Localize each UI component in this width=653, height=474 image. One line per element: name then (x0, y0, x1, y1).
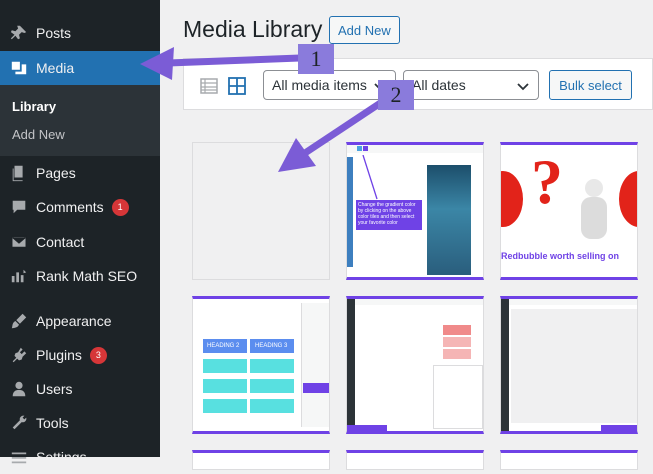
annotation-callout-1: 1 (298, 44, 334, 74)
menu-label: Settings (36, 449, 87, 465)
chevron-down-icon (517, 83, 529, 91)
menu-item-comments[interactable]: Comments 1 (0, 190, 160, 224)
date-filter-select[interactable]: All dates (403, 70, 539, 100)
menu-label: Appearance (36, 313, 112, 329)
media-thumbnail[interactable] (500, 296, 638, 434)
heading-label: HEADING 3 (255, 343, 288, 349)
menu-item-contact[interactable]: Contact (0, 225, 160, 259)
plugin-icon (9, 345, 29, 365)
annotation-callout-2: 2 (378, 80, 414, 110)
thumbnail-caption: Change the gradient color by clicking on… (358, 202, 416, 226)
menu-label: Plugins (36, 347, 82, 363)
menu-label: Posts (36, 25, 72, 41)
chart-icon (9, 266, 29, 286)
add-new-button[interactable]: Add New (329, 16, 400, 44)
media-thumbnail[interactable] (500, 450, 638, 470)
media-icon (9, 58, 29, 78)
media-thumbnail[interactable] (346, 450, 484, 470)
pushpin-icon (9, 23, 29, 43)
media-thumbnail[interactable] (346, 296, 484, 434)
menu-label: Comments (36, 199, 104, 215)
pointer-line (362, 155, 378, 200)
page-title: Media Library (183, 16, 323, 42)
menu-item-users[interactable]: Users (0, 372, 160, 406)
menu-label: Media (36, 60, 75, 76)
menu-item-rank-math[interactable]: Rank Math SEO (0, 259, 160, 293)
media-thumbnail[interactable]: Change the gradient color by clicking on… (346, 142, 484, 280)
menu-item-settings[interactable]: Settings (0, 440, 160, 474)
plugins-count-badge: 3 (89, 346, 107, 364)
user-icon (9, 379, 29, 399)
comment-icon (9, 197, 29, 217)
admin-sidebar: Posts Media Library Add New Pages Commen… (0, 0, 160, 465)
thumbnail-caption: Redbubble worth selling on (501, 251, 619, 261)
brush-icon (9, 311, 29, 331)
submenu-library[interactable]: Library (12, 99, 56, 114)
comments-count-badge: 1 (111, 198, 129, 216)
menu-label: Contact (36, 234, 85, 250)
media-thumbnail[interactable] (192, 142, 330, 280)
wrench-icon (9, 413, 29, 433)
menu-label: Pages (36, 165, 76, 181)
menu-item-pages[interactable]: Pages (0, 156, 160, 190)
submenu-add-new[interactable]: Add New (12, 127, 65, 142)
media-type-value: All media items (272, 77, 367, 93)
grid-view-icon[interactable] (228, 77, 246, 95)
mail-icon (9, 232, 29, 252)
media-submenu: Library Add New (0, 85, 160, 156)
list-view-icon[interactable] (200, 77, 218, 95)
heading-label: HEADING 2 (207, 343, 240, 349)
media-thumbnail[interactable]: HEADING 2 HEADING 3 (192, 296, 330, 434)
menu-item-plugins[interactable]: Plugins 3 (0, 338, 160, 372)
bulk-select-button[interactable]: Bulk select (549, 70, 632, 100)
question-mark-graphic: ? (531, 146, 563, 217)
media-type-select[interactable]: All media items (263, 70, 396, 100)
menu-label: Users (36, 381, 73, 397)
menu-label: Rank Math SEO (36, 268, 138, 284)
menu-item-appearance[interactable]: Appearance (0, 304, 160, 338)
media-thumbnail[interactable] (192, 450, 330, 470)
settings-icon (9, 447, 29, 467)
media-thumbnail[interactable]: ? Redbubble worth selling on (500, 142, 638, 280)
date-filter-value: All dates (412, 77, 466, 93)
menu-item-posts[interactable]: Posts (0, 16, 160, 50)
menu-item-tools[interactable]: Tools (0, 406, 160, 440)
pages-icon (9, 163, 29, 183)
menu-item-media[interactable]: Media (0, 51, 160, 85)
menu-label: Tools (36, 415, 69, 431)
